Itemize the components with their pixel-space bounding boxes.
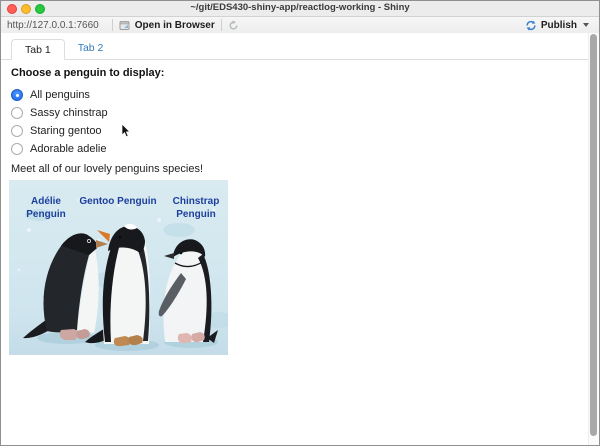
open-in-browser-icon [119,20,131,31]
publish-dropdown-caret [583,23,589,27]
publish-button[interactable]: Publish [525,20,589,31]
tab-1[interactable]: Tab 1 [11,39,65,60]
radio-option-staring-gentoo[interactable]: Staring gentoo [11,122,589,140]
radio-group-label: Choose a penguin to display: [11,67,589,80]
titlebar: ~/git/EDS430-shiny-app/reactlog-working … [1,1,599,17]
shiny-app-window: ~/git/EDS430-shiny-app/reactlog-working … [0,0,600,446]
chinstrap-label-line1: Chinstrap [173,196,220,207]
radio-button-icon [11,107,23,119]
penguin-caption: Meet all of our lovely penguins species! [11,163,589,176]
gentoo-label: Gentoo Penguin [79,196,156,207]
window-title: ~/git/EDS430-shiny-app/reactlog-working … [1,1,599,15]
penguin-image: Adélie Penguin Gentoo Penguin Chinstrap … [9,180,228,355]
radio-option-sassy-chinstrap[interactable]: Sassy chinstrap [11,104,589,122]
publish-icon [525,20,537,31]
refresh-icon[interactable] [228,20,239,31]
radio-option-label: Sassy chinstrap [30,107,108,119]
open-in-browser-button[interactable]: Open in Browser [119,20,215,31]
app-content: Tab 1 Tab 2 Choose a penguin to display:… [1,33,599,445]
radio-option-label: Staring gentoo [30,125,102,137]
open-in-browser-label: Open in Browser [135,20,215,31]
fullscreen-button[interactable] [35,4,45,14]
close-button[interactable] [7,4,17,14]
radio-option-label: All penguins [30,89,90,101]
radio-option-adorable-adelie[interactable]: Adorable adelie [11,140,589,158]
app-url-text: http://127.0.0.1:7660 [7,20,99,31]
vertical-scrollbar[interactable] [588,33,599,445]
minimize-button[interactable] [21,4,31,14]
toolbar: http://127.0.0.1:7660 Open in Browser Pu… [1,17,599,34]
radio-button-icon [11,89,23,101]
scrollbar-thumb[interactable] [590,34,597,436]
publish-label: Publish [541,20,577,31]
radio-option-label: Adorable adelie [30,143,106,155]
radio-button-icon [11,143,23,155]
chinstrap-label-line2: Penguin [176,209,215,220]
adelie-label-line1: Adélie [31,196,61,207]
toolbar-separator [221,19,222,31]
radio-option-all-penguins[interactable]: All penguins [11,86,589,104]
tab-bar: Tab 1 Tab 2 [1,33,599,60]
traffic-lights [7,4,45,14]
radio-button-icon [11,125,23,137]
adelie-label-line2: Penguin [26,209,65,220]
toolbar-separator [112,19,113,31]
tab-panel: Choose a penguin to display: All penguin… [1,60,599,355]
tab-2[interactable]: Tab 2 [65,38,117,59]
